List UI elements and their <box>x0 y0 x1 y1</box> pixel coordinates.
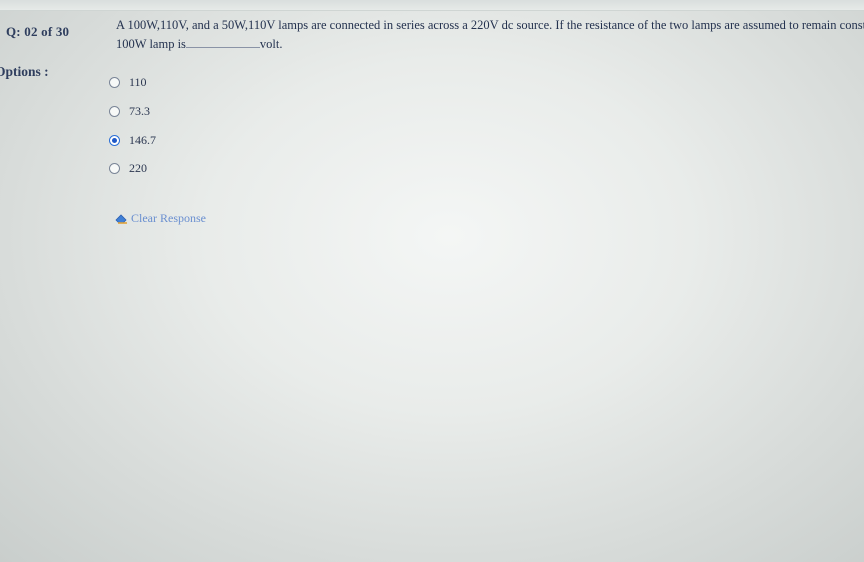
question-number: Q: 02 of 30 <box>6 24 70 39</box>
question-line-2-suffix: volt. <box>259 37 283 51</box>
option-2-radio[interactable] <box>109 105 120 117</box>
option-3-label: 146.7 <box>129 132 156 147</box>
clear-response-label: Clear Response <box>131 211 206 225</box>
question-text: A 100W,110V, and a 50W,110V lamps are co… <box>116 16 864 54</box>
answer-blank <box>185 36 260 48</box>
option-1-label: 110 <box>129 74 147 89</box>
top-strip <box>0 0 864 11</box>
options-label: Options : <box>0 64 49 79</box>
eraser-icon <box>115 213 127 224</box>
option-1[interactable]: 110 <box>109 73 147 91</box>
option-2[interactable]: 73.3 <box>109 102 150 120</box>
option-4[interactable]: 220 <box>109 159 147 177</box>
question-line-2: 100W lamp is volt. <box>116 35 864 54</box>
clear-response-button[interactable]: Clear Response <box>115 211 206 226</box>
option-1-radio[interactable] <box>109 76 120 88</box>
option-3[interactable]: 146.7 <box>109 131 156 149</box>
option-4-label: 220 <box>129 160 147 175</box>
option-4-radio[interactable] <box>109 162 120 174</box>
question-line-2-prefix: 100W lamp is <box>116 37 186 51</box>
option-2-label: 73.3 <box>129 103 150 118</box>
option-3-radio[interactable] <box>109 134 120 146</box>
question-line-1: A 100W,110V, and a 50W,110V lamps are co… <box>116 18 864 32</box>
